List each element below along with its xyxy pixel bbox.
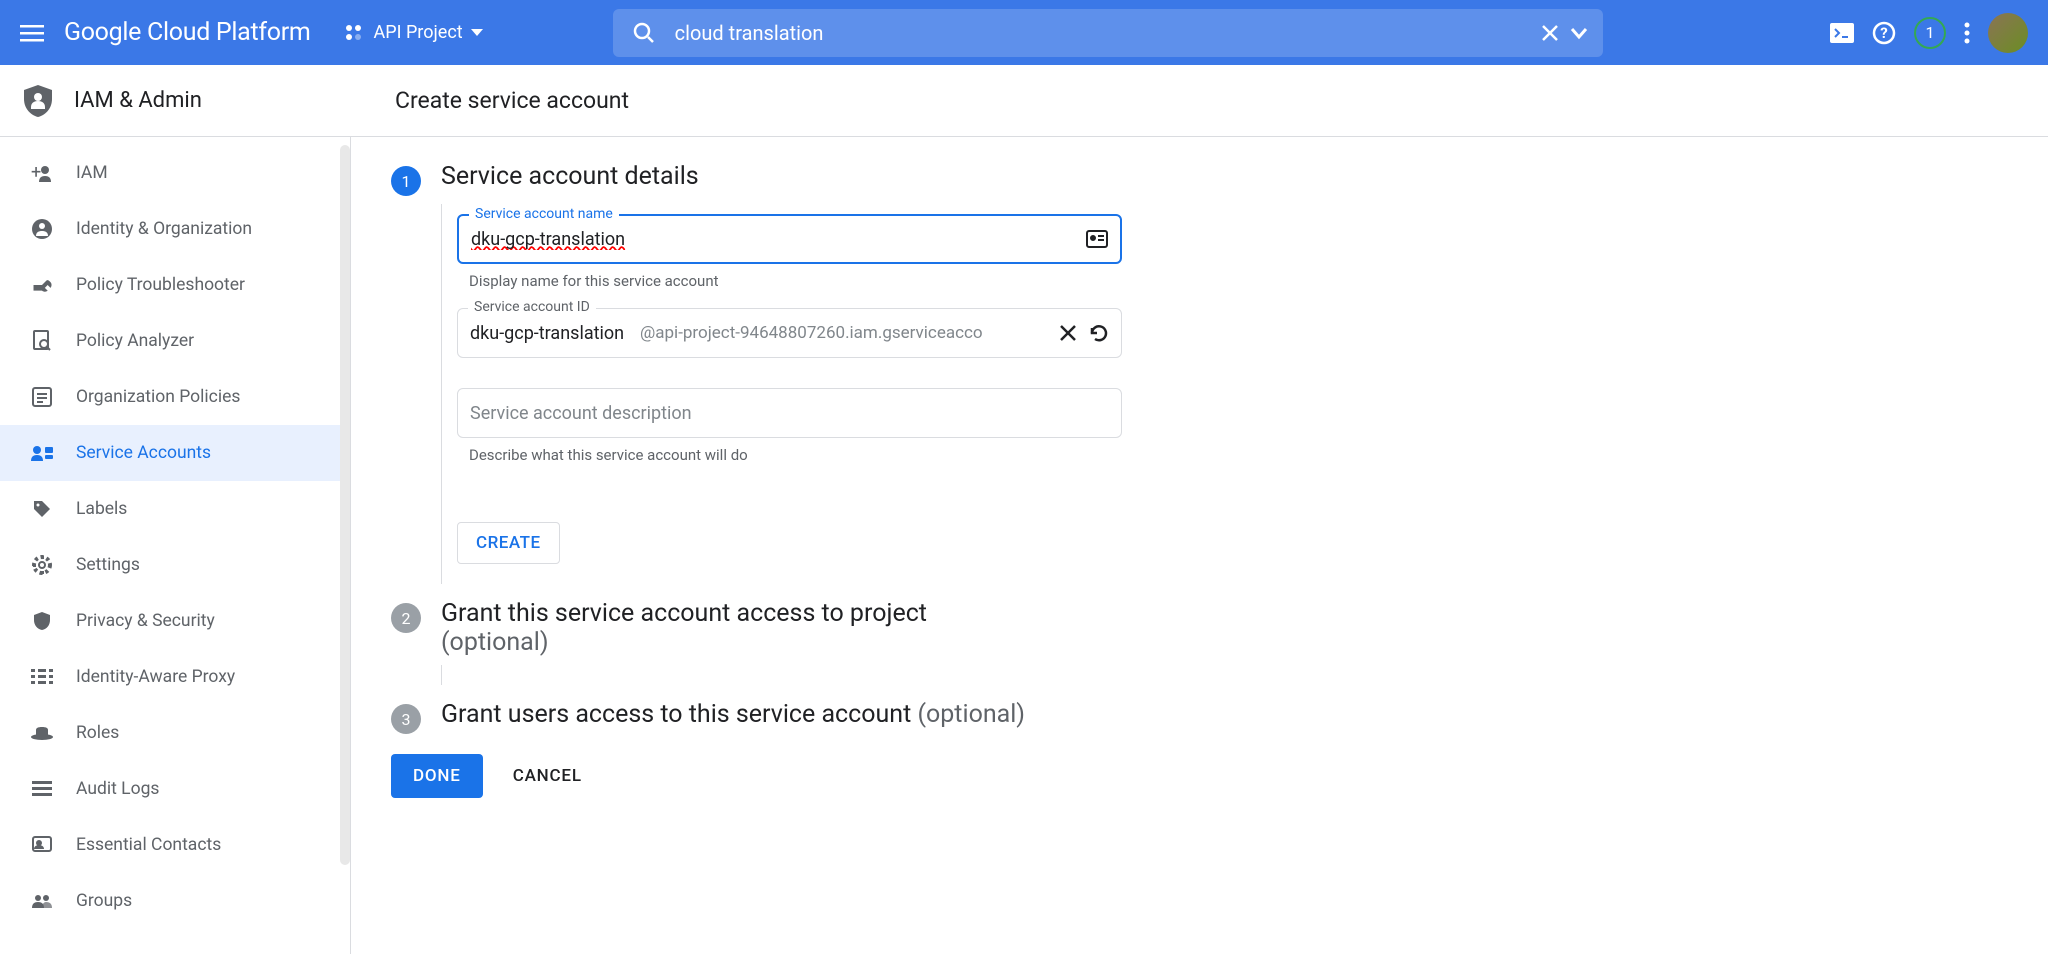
step-1-title: Service account details: [441, 162, 699, 191]
scrollbar[interactable]: [340, 145, 350, 865]
gear-icon: [30, 555, 54, 575]
sidebar-item-iap[interactable]: Identity-Aware Proxy: [0, 649, 340, 705]
step-2-optional: (optional): [441, 628, 927, 657]
sidebar-item-analyzer[interactable]: Policy Analyzer: [0, 313, 340, 369]
step-2-title: Grant this service account access to pro…: [441, 599, 927, 628]
more-icon[interactable]: [1964, 21, 1970, 45]
service-account-desc-input[interactable]: [470, 403, 1109, 424]
shield-icon: [22, 83, 54, 119]
sidebar-item-label: Groups: [76, 891, 132, 911]
sidebar-item-label: Essential Contacts: [76, 835, 221, 855]
sidebar-item-labels[interactable]: Labels: [0, 481, 340, 537]
cancel-button[interactable]: CANCEL: [513, 766, 582, 786]
proxy-icon: [30, 669, 54, 685]
cloud-shell-icon[interactable]: [1830, 23, 1854, 43]
groups-icon: [30, 894, 54, 908]
search-icon: [633, 22, 655, 44]
service-account-id-field[interactable]: Service account ID @api-project-94648807…: [457, 308, 1122, 358]
tag-icon: [30, 499, 54, 519]
logs-icon: [30, 781, 54, 797]
svg-text:?: ?: [1880, 24, 1887, 42]
sub-header: IAM & Admin Create service account: [0, 65, 2048, 137]
done-button[interactable]: DONE: [391, 754, 483, 798]
sidebar-item-label: Settings: [76, 555, 140, 575]
service-account-id-input[interactable]: [470, 323, 640, 344]
section-title: IAM & Admin: [74, 88, 202, 113]
gcp-logo[interactable]: Google Cloud Platform: [64, 18, 310, 47]
service-account-icon: [30, 445, 54, 461]
menu-icon[interactable]: [20, 21, 44, 45]
desc-helper: Describe what this service account will …: [469, 446, 2008, 464]
create-button[interactable]: CREATE: [457, 522, 560, 564]
sidebar-item-iam[interactable]: + IAM: [0, 145, 340, 201]
chevron-down-icon: [471, 29, 483, 36]
sidebar-item-label: Privacy & Security: [76, 611, 215, 631]
sidebar-item-label: Service Accounts: [76, 443, 211, 463]
hat-icon: [30, 726, 54, 740]
list-icon: [30, 387, 54, 407]
close-icon[interactable]: [1540, 23, 1560, 43]
project-icon: [345, 24, 363, 42]
sidebar-item-label: Labels: [76, 499, 127, 519]
avatar[interactable]: [1988, 13, 2028, 53]
step-1-indicator: 1: [391, 166, 421, 196]
project-selector[interactable]: API Project: [335, 16, 492, 49]
person-add-icon: +: [30, 164, 54, 182]
field-label: Service account name: [469, 206, 619, 222]
search-box[interactable]: [613, 9, 1603, 57]
close-icon[interactable]: [1059, 324, 1077, 342]
sidebar-item-org-policies[interactable]: Organization Policies: [0, 369, 340, 425]
top-bar: Google Cloud Platform API Project ? 1: [0, 0, 2048, 65]
main-content: 1 Service account details Service accoun…: [350, 137, 2048, 954]
page-title: Create service account: [395, 87, 629, 114]
search-input[interactable]: [675, 21, 1540, 45]
card-icon[interactable]: [1086, 230, 1108, 248]
sidebar-item-contacts[interactable]: Essential Contacts: [0, 817, 340, 873]
shield-small-icon: [30, 611, 54, 631]
sidebar-item-label: IAM: [76, 163, 108, 183]
sidebar-item-troubleshooter[interactable]: Policy Troubleshooter: [0, 257, 340, 313]
help-icon[interactable]: ?: [1872, 21, 1896, 45]
notification-badge[interactable]: 1: [1914, 17, 1946, 49]
chevron-down-icon[interactable]: [1570, 24, 1588, 42]
sidebar-item-label: Roles: [76, 723, 119, 743]
sidebar-item-groups[interactable]: Groups: [0, 873, 340, 929]
sidebar-item-settings[interactable]: Settings: [0, 537, 340, 593]
topbar-actions: ? 1: [1830, 13, 2028, 53]
step-2-indicator: 2: [391, 603, 421, 633]
name-helper: Display name for this service account: [469, 272, 2008, 290]
sidebar-item-identity[interactable]: Identity & Organization: [0, 201, 340, 257]
wrench-icon: [30, 275, 54, 295]
sidebar-item-label: Identity-Aware Proxy: [76, 667, 235, 687]
project-name: API Project: [373, 22, 462, 43]
sidebar-item-privacy[interactable]: Privacy & Security: [0, 593, 340, 649]
sidebar-item-audit-logs[interactable]: Audit Logs: [0, 761, 340, 817]
step-3-indicator: 3: [391, 704, 421, 734]
sidebar-item-roles[interactable]: Roles: [0, 705, 340, 761]
sidebar-item-label: Policy Troubleshooter: [76, 275, 245, 295]
service-account-name-input[interactable]: [471, 229, 1086, 250]
contact-icon: [30, 836, 54, 854]
sidebar-item-label: Organization Policies: [76, 387, 240, 407]
service-account-name-field[interactable]: Service account name: [457, 214, 1122, 264]
sidebar-item-label: Policy Analyzer: [76, 331, 194, 351]
service-account-desc-field[interactable]: [457, 388, 1122, 438]
person-circle-icon: [30, 219, 54, 239]
refresh-icon[interactable]: [1089, 323, 1109, 343]
sidebar-item-label: Identity & Organization: [76, 219, 252, 239]
sidebar-item-service-accounts[interactable]: Service Accounts: [0, 425, 340, 481]
step-3-title: Grant users access to this service accou…: [441, 700, 1025, 729]
doc-search-icon: [30, 330, 54, 352]
field-label: Service account ID: [468, 299, 596, 315]
id-suffix: @api-project-94648807260.iam.gserviceacc…: [640, 323, 1047, 343]
sidebar: + IAM Identity & Organization Policy Tro…: [0, 137, 340, 954]
sidebar-item-label: Audit Logs: [76, 779, 159, 799]
